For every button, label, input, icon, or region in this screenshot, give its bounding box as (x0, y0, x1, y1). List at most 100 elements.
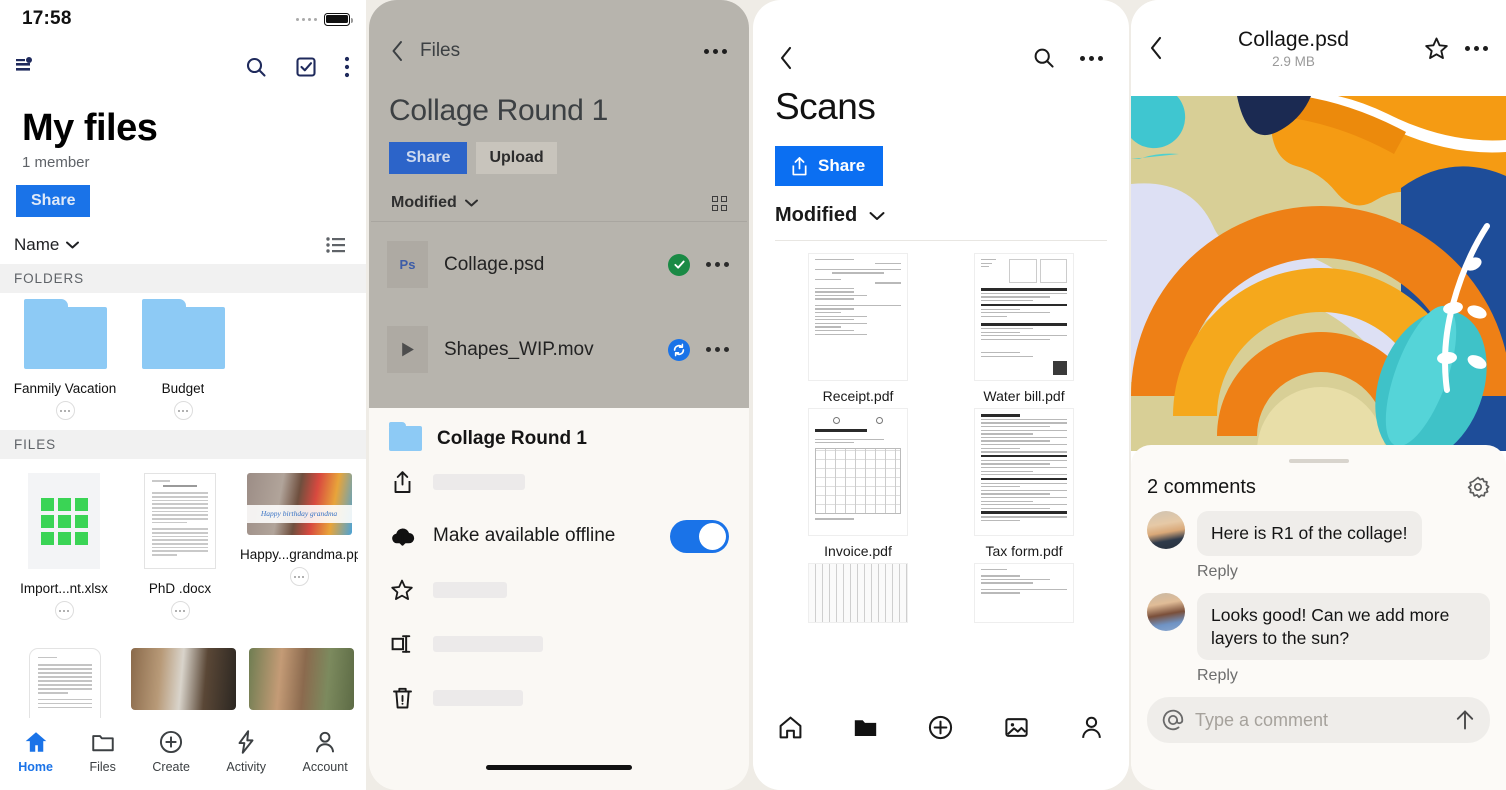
file-tile[interactable]: Import...nt.xlsx (6, 469, 122, 624)
checkbox-select-icon[interactable] (294, 55, 318, 79)
sheet-label-placeholder (433, 474, 525, 490)
chevron-left-icon[interactable] (1149, 36, 1163, 60)
gear-icon[interactable] (1466, 475, 1490, 499)
file-size: 2.9 MB (1272, 53, 1315, 69)
photo-thumbnail (130, 648, 236, 711)
star-icon[interactable] (1424, 36, 1449, 61)
grid-view-icon[interactable] (712, 195, 727, 211)
sheet-item-delete[interactable] (389, 671, 729, 725)
more-horizontal-icon[interactable] (704, 48, 727, 54)
reply-button[interactable]: Reply (1197, 667, 1490, 685)
handwritten-thumbnail (974, 563, 1074, 623)
sheet-item-favorite[interactable] (389, 563, 729, 617)
folder-overflow-icon[interactable] (55, 401, 75, 421)
receipt-thumbnail (808, 253, 908, 381)
nav-item-files[interactable] (852, 714, 879, 741)
file-overflow-icon[interactable] (170, 601, 190, 621)
video-file-icon (387, 326, 428, 373)
sheet-item-rename[interactable] (389, 617, 729, 671)
scan-tile[interactable] (775, 563, 941, 623)
person-icon (1082, 716, 1101, 738)
comment-input-bar[interactable]: Type a comment (1147, 697, 1490, 744)
sheet-label: Make available offline (433, 525, 616, 546)
scan-tile[interactable]: Water bill.pdf (941, 253, 1107, 404)
folder-tile[interactable]: Budget (124, 299, 242, 424)
chevron-down-icon (464, 199, 478, 207)
more-horizontal-icon[interactable] (1465, 45, 1488, 51)
nav-label: Create (152, 759, 190, 774)
share-button[interactable]: Share (389, 142, 468, 174)
file-overflow-icon[interactable] (289, 567, 309, 587)
file-overflow-icon[interactable] (54, 601, 74, 621)
nav-label: Account (302, 759, 348, 774)
sheet-grabber[interactable] (1288, 459, 1349, 463)
nav-item-photos[interactable] (1003, 714, 1030, 741)
search-icon[interactable] (1032, 46, 1056, 70)
taxform-thumbnail (974, 408, 1074, 536)
person-icon (316, 731, 335, 752)
file-overflow-icon[interactable] (706, 347, 729, 352)
scans-grid: Receipt.pdf Water bill.pdf Invoice.pdf T… (753, 241, 1129, 623)
share-button[interactable]: Share (16, 185, 91, 218)
nav-item-account[interactable] (1078, 714, 1105, 741)
folder-icon (855, 720, 877, 736)
arrow-up-icon[interactable] (1454, 708, 1476, 732)
upload-button[interactable]: Upload (476, 142, 557, 174)
folder-tile[interactable]: Fanmily Vacation (6, 299, 124, 424)
home-icon (25, 731, 46, 752)
page-title: My files (22, 107, 158, 149)
more-horizontal-icon[interactable] (1080, 55, 1103, 61)
collage-preview-image[interactable] (1131, 96, 1506, 451)
offline-toggle[interactable] (670, 519, 729, 553)
plus-circle-icon (929, 715, 953, 740)
sort-control[interactable]: Modified (775, 204, 1107, 227)
back-control[interactable]: Files (391, 40, 460, 62)
at-icon[interactable] (1161, 708, 1185, 732)
scan-tile[interactable]: Invoice.pdf (775, 408, 941, 559)
sync-circle-icon (668, 338, 690, 361)
scan-tile[interactable]: Tax form.pdf (941, 408, 1107, 559)
scan-tile[interactable]: Receipt.pdf (775, 253, 941, 404)
folder-overflow-icon[interactable] (173, 401, 193, 421)
bolt-icon (238, 729, 254, 754)
nav-item-home[interactable]: Home (18, 729, 53, 774)
file-overflow-icon[interactable] (706, 262, 729, 267)
share-button[interactable]: Share (775, 146, 884, 186)
screenshot-stage: 17:58 My files 1 member Share Name FOLDE… (0, 0, 1506, 790)
sheet-item-share[interactable] (389, 455, 729, 509)
comment-item: Here is R1 of the collage! (1147, 511, 1490, 556)
scan-tile[interactable] (941, 563, 1107, 623)
nav-label: Activity (226, 759, 267, 774)
file-row[interactable]: Shapes_WIP.mov (369, 307, 749, 392)
file-row[interactable]: Ps Collage.psd (369, 222, 749, 307)
file-name: Shapes_WIP.mov (444, 338, 594, 360)
sort-control[interactable]: Modified (391, 194, 478, 212)
list-view-icon[interactable] (326, 237, 346, 253)
nav-item-home[interactable] (777, 714, 804, 741)
more-vertical-icon[interactable] (344, 56, 350, 78)
sheet-item-offline[interactable]: Make available offline (389, 509, 729, 563)
reply-button[interactable]: Reply (1197, 563, 1490, 581)
sheet-label-placeholder (433, 690, 523, 706)
sort-menu-icon[interactable] (13, 55, 37, 79)
file-tile[interactable]: PhD .docx (122, 469, 238, 624)
chevron-left-icon[interactable] (779, 46, 793, 70)
share-button-label: Share (818, 156, 866, 175)
file-tile[interactable]: Happy birthday grandma Happy...grandma.p… (238, 469, 360, 624)
dim-overlay: Files Collage Round 1 Share Upload Modif… (369, 0, 749, 408)
nav-item-activity[interactable]: Activity (226, 729, 266, 774)
folder-icon (91, 734, 114, 751)
plus-circle-icon (160, 730, 183, 753)
panel-my-files: 17:58 My files 1 member Share Name FOLDE… (0, 0, 366, 790)
search-icon[interactable] (244, 55, 268, 79)
app-top-bar: Collage.psd 2.9 MB (1131, 0, 1506, 96)
nav-item-create[interactable] (927, 714, 954, 741)
nav-label: Files (89, 759, 116, 774)
nav-item-files[interactable]: Files (89, 729, 116, 774)
nav-item-account[interactable]: Account (303, 729, 348, 774)
sort-control[interactable]: Name (14, 235, 80, 255)
comment-input-placeholder[interactable]: Type a comment (1195, 710, 1444, 731)
nav-item-create[interactable]: Create (152, 729, 190, 774)
app-top-bar (753, 0, 1129, 70)
avatar (1147, 511, 1185, 549)
